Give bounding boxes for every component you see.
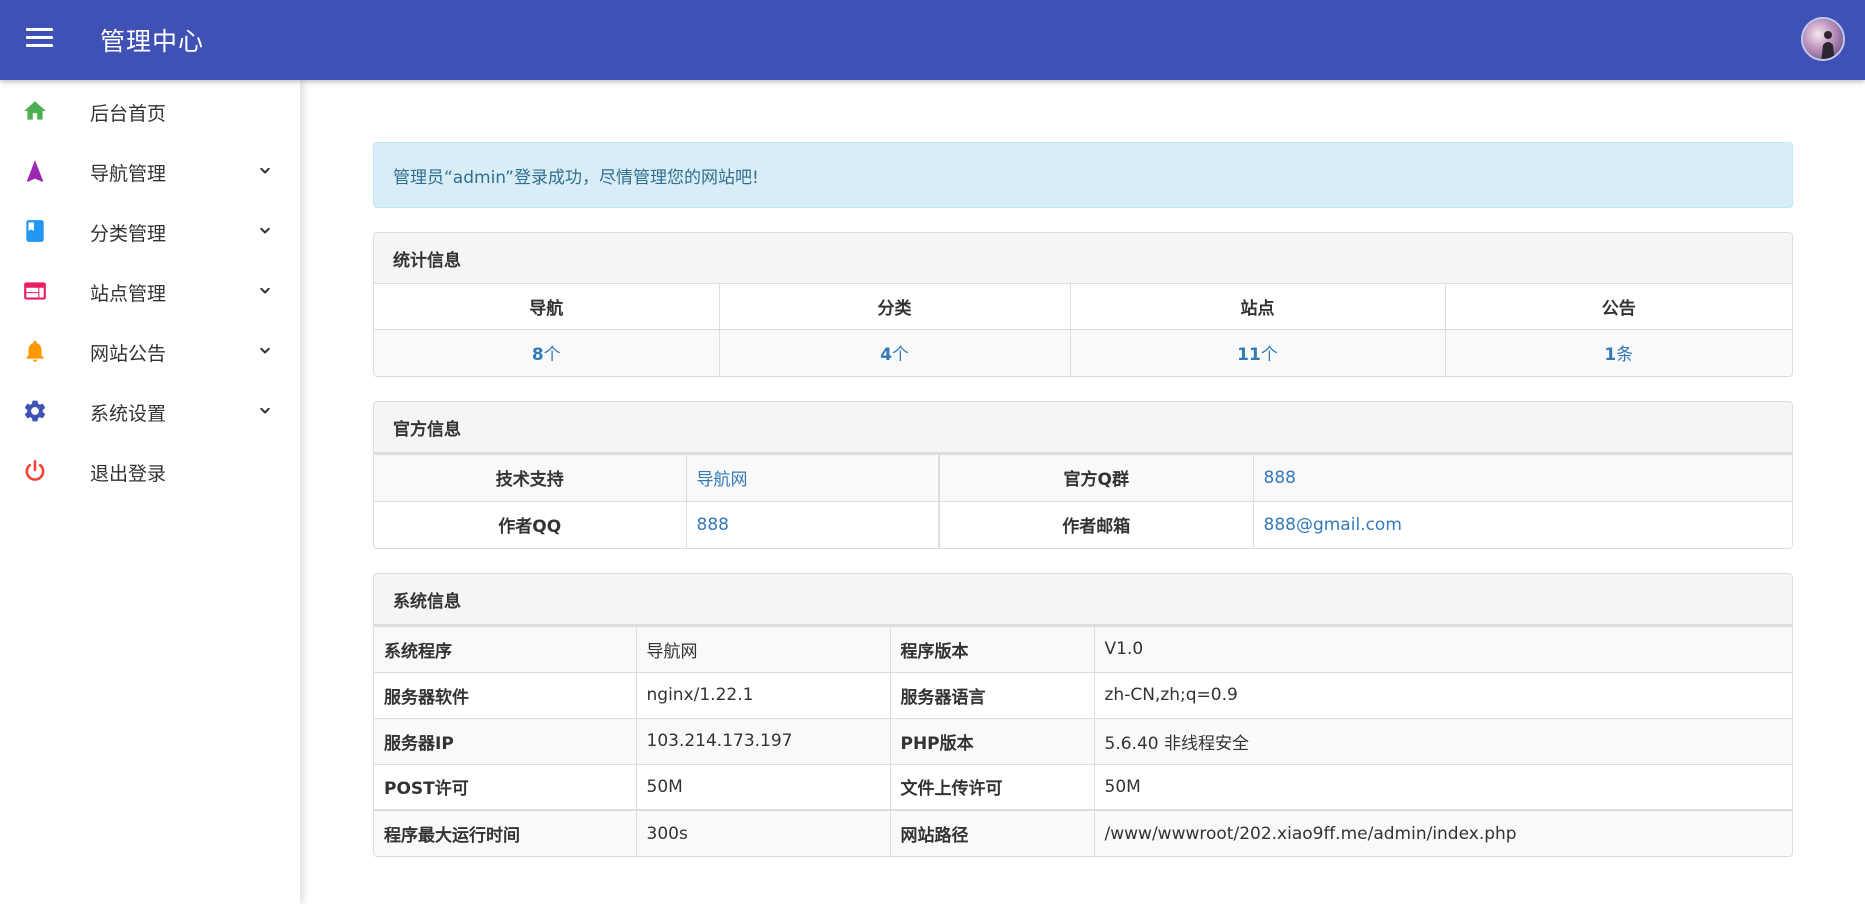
stats-panel: 统计信息 导航 分类 站点 公告 8个 4个 11个 1条 [373, 232, 1793, 377]
avatar[interactable] [1801, 17, 1845, 61]
stats-value-site: 11个 [1070, 328, 1446, 376]
stats-unit: 个 [543, 345, 561, 366]
stats-unit: 条 [1616, 345, 1634, 366]
sidebar-item-logout[interactable]: 退出登录 [0, 440, 300, 500]
stats-count: 4 [880, 345, 892, 366]
table-row: POST许可 50M 文件上传许可 50M [374, 763, 1792, 810]
sysinfo-value: 50M [1094, 763, 1792, 810]
table-row: 服务器IP 103.214.173.197 PHP版本 5.6.40 非线程安全 [374, 717, 1792, 764]
author-qq-link[interactable]: 888 [686, 500, 940, 548]
sysinfo-panel: 系统信息 系统程序 导航网 程序版本 V1.0 服务器软件 nginx/1.22… [373, 573, 1793, 857]
sidebar-item-announcements[interactable]: 网站公告 [0, 320, 300, 380]
bell-icon [22, 338, 48, 364]
sidebar-item-home[interactable]: 后台首页 [0, 80, 300, 140]
sysinfo-key: 文件上传许可 [890, 763, 1095, 810]
stats-header-category: 分类 [719, 284, 1071, 329]
sidebar-item-navigation[interactable]: 导航管理 [0, 140, 300, 200]
avatar-image [1803, 19, 1843, 59]
sysinfo-key: 程序最大运行时间 [374, 809, 637, 856]
qq-group-label: 官方Q群 [939, 453, 1254, 501]
chevron-down-icon [260, 407, 270, 414]
panel-title: 官方信息 [374, 402, 1792, 453]
author-email-link[interactable]: 888@gmail.com [1253, 500, 1792, 548]
top-app-bar: 管理中心 [0, 0, 1865, 80]
stats-header-notice: 公告 [1445, 284, 1792, 329]
sysinfo-key: PHP版本 [890, 717, 1095, 764]
sidebar-item-label: 网站公告 [90, 343, 167, 365]
sysinfo-value: 103.214.173.197 [636, 717, 891, 764]
stats-count: 11 [1237, 345, 1261, 366]
stats-count: 1 [1604, 345, 1617, 366]
sidebar-item-label: 系统设置 [90, 403, 167, 425]
sysinfo-key: 服务器IP [374, 717, 637, 764]
official-panel: 官方信息 技术支持 导航网 官方Q群 888 作者QQ 888 作者邮箱 888… [373, 401, 1793, 549]
sysinfo-value: V1.0 [1094, 625, 1792, 672]
web-window-icon [22, 278, 48, 304]
sysinfo-value: 导航网 [636, 625, 891, 672]
table-row: 作者QQ 888 作者邮箱 888@gmail.com [374, 500, 1792, 548]
chevron-down-icon [260, 347, 270, 354]
panel-title: 系统信息 [374, 574, 1792, 625]
sysinfo-key: 服务器语言 [890, 671, 1095, 718]
stats-unit: 个 [1260, 345, 1278, 366]
login-success-alert: 管理员“admin”登录成功，尽情管理您的网站吧! [373, 142, 1793, 208]
gear-icon [22, 398, 48, 424]
tech-support-label: 技术支持 [374, 453, 687, 501]
sysinfo-table: 系统程序 导航网 程序版本 V1.0 服务器软件 nginx/1.22.1 服务… [374, 625, 1792, 856]
sidebar: 后台首页 导航管理 分类管理 站点管理 网站公告 系统设置 退出登录 [0, 80, 300, 904]
author-email-label: 作者邮箱 [939, 500, 1254, 548]
stats-count: 8 [531, 345, 544, 366]
sysinfo-key: 服务器软件 [374, 671, 637, 718]
chevron-down-icon [260, 227, 270, 234]
table-row: 程序最大运行时间 300s 网站路径 /www/wwwroot/202.xiao… [374, 809, 1792, 856]
stats-value-category: 4个 [719, 328, 1071, 376]
official-table: 技术支持 导航网 官方Q群 888 作者QQ 888 作者邮箱 888@gmai… [374, 453, 1792, 548]
stats-unit: 个 [891, 345, 909, 366]
home-icon [22, 98, 48, 124]
power-icon [22, 458, 48, 484]
sysinfo-value: /www/wwwroot/202.xiao9ff.me/admin/index.… [1094, 809, 1792, 856]
app-title: 管理中心 [100, 27, 205, 56]
stats-value-notice: 1条 [1445, 328, 1792, 376]
chevron-down-icon [260, 287, 270, 294]
stats-header-nav: 导航 [374, 284, 720, 329]
chevron-down-icon [260, 167, 270, 174]
sidebar-item-sites[interactable]: 站点管理 [0, 260, 300, 320]
sysinfo-value: zh-CN,zh;q=0.9 [1094, 671, 1792, 718]
stats-value-nav: 8个 [374, 328, 720, 376]
table-row: 系统程序 导航网 程序版本 V1.0 [374, 625, 1792, 672]
sidebar-item-categories[interactable]: 分类管理 [0, 200, 300, 260]
sysinfo-key: 程序版本 [890, 625, 1095, 672]
sysinfo-value: nginx/1.22.1 [636, 671, 891, 718]
qq-group-link[interactable]: 888 [1253, 453, 1792, 501]
stats-header-site: 站点 [1070, 284, 1446, 329]
author-qq-label: 作者QQ [374, 500, 687, 548]
panel-title: 统计信息 [374, 233, 1792, 284]
table-row: 服务器软件 nginx/1.22.1 服务器语言 zh-CN,zh;q=0.9 [374, 671, 1792, 718]
book-icon [22, 218, 48, 244]
sidebar-item-label: 后台首页 [90, 103, 167, 125]
sysinfo-value: 50M [636, 763, 891, 810]
sidebar-item-settings[interactable]: 系统设置 [0, 380, 300, 440]
sysinfo-value: 300s [636, 809, 891, 856]
sysinfo-key: 系统程序 [374, 625, 637, 672]
sidebar-item-label: 站点管理 [90, 283, 167, 305]
menu-icon[interactable] [26, 28, 53, 52]
alert-text: 管理员“admin”登录成功，尽情管理您的网站吧! [393, 167, 759, 188]
stats-table: 导航 分类 站点 公告 8个 4个 11个 1条 [374, 284, 1792, 376]
sidebar-item-label: 导航管理 [90, 163, 167, 185]
table-row: 技术支持 导航网 官方Q群 888 [374, 453, 1792, 501]
sysinfo-key: 网站路径 [890, 809, 1095, 856]
sysinfo-key: POST许可 [374, 763, 637, 810]
navigation-arrow-icon [22, 158, 48, 184]
main-content: 管理员“admin”登录成功，尽情管理您的网站吧! 统计信息 导航 分类 站点 … [373, 142, 1793, 881]
tech-support-link[interactable]: 导航网 [686, 453, 940, 501]
sidebar-item-label: 退出登录 [90, 463, 167, 485]
sysinfo-value: 5.6.40 非线程安全 [1094, 717, 1792, 764]
sidebar-item-label: 分类管理 [90, 223, 167, 245]
